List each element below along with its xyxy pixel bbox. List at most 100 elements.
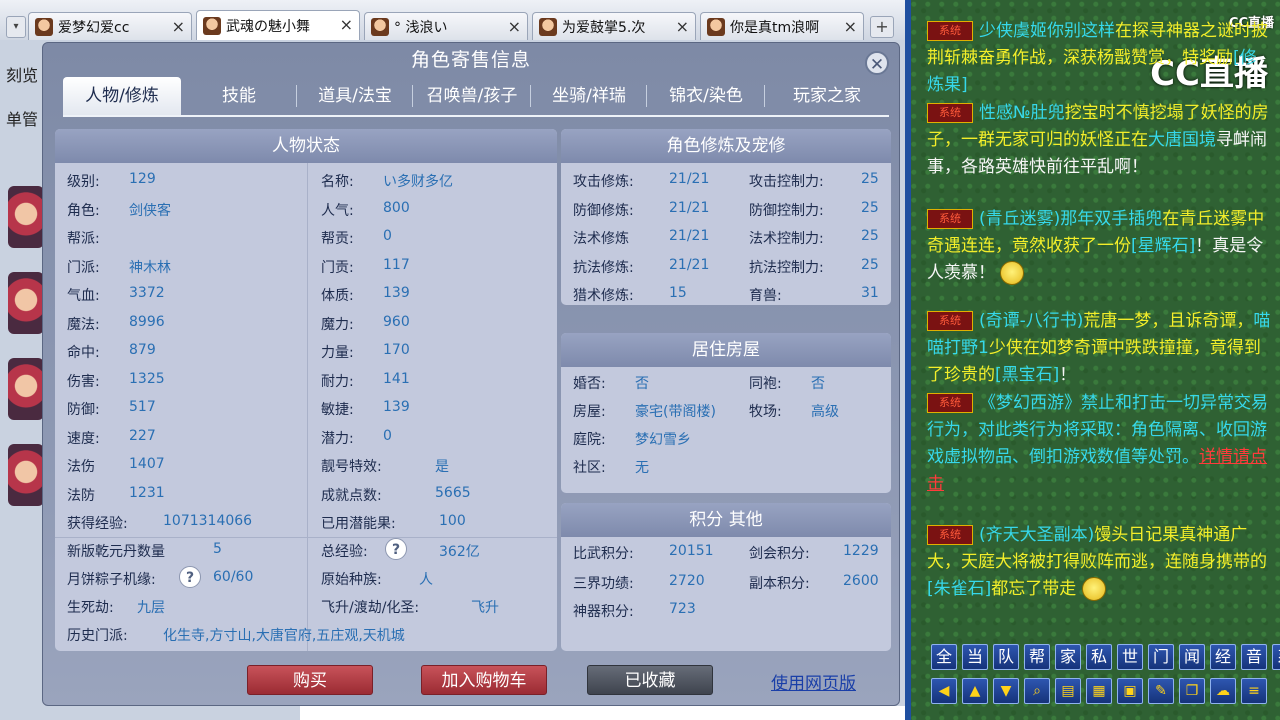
brush-icon[interactable]: ✎ [1148, 678, 1174, 704]
points-value: 2600 [843, 573, 879, 589]
stat-label: 帮贡: [321, 231, 354, 247]
item-link[interactable]: [朱雀石] [927, 579, 991, 599]
points-pk: 比武积分: 20151 [573, 543, 714, 563]
chat-channel-button[interactable]: 门 [1148, 644, 1174, 670]
favorited-button[interactable]: 已收藏 [587, 665, 713, 695]
house-label: 同袍: [749, 376, 782, 392]
stat-label: 魔力: [321, 316, 354, 333]
house-value: 无 [635, 460, 649, 476]
stat-row: 人气: 800 [321, 200, 410, 220]
cultivation-value: 21/21 [669, 171, 710, 187]
tab-label: 坐骑/祥瑞 [552, 86, 626, 106]
stat-label: 成就点数: [321, 487, 382, 504]
stat-fly: 飞升/渡劫/化圣: 飞升 [321, 597, 499, 617]
search-icon[interactable]: ⌕ [1024, 678, 1050, 704]
tab-label: 道具/法宝 [318, 86, 392, 106]
stat-qiankun: 新版乾元丹数量 5 [67, 541, 222, 561]
help-icon[interactable]: ? [179, 566, 201, 588]
system-tag: 系统 [927, 103, 973, 123]
stat-value: 227 [129, 427, 156, 444]
player-name[interactable]: 馒头日记 [1094, 525, 1162, 545]
cultivation-label: 猎术修炼: [573, 288, 634, 304]
grid-icon[interactable]: ▦ [1086, 678, 1112, 704]
browser-tab-4[interactable]: 为爱鼓掌5.次 × [532, 12, 696, 40]
cultivation-value: 25 [861, 228, 879, 244]
avatar [371, 17, 389, 36]
tab-list-dropdown[interactable]: ▾ [6, 16, 26, 38]
tab-outfits[interactable]: 锦衣/染色 [647, 77, 765, 115]
add-to-cart-button[interactable]: 加入购物车 [421, 665, 547, 695]
house-label: 婚否: [573, 376, 606, 392]
tab-pets[interactable]: 召唤兽/孩子 [413, 77, 531, 115]
chat-channel-button[interactable]: 世 [1117, 644, 1143, 670]
chat-channel-button[interactable]: 经 [1210, 644, 1236, 670]
cultivation-label: 防御控制力: [749, 202, 824, 219]
close-icon[interactable]: × [676, 17, 689, 36]
browser-tab-2[interactable]: 武魂の魅小舞 × [196, 10, 360, 41]
web-version-link[interactable]: 使用网页版 [771, 669, 856, 694]
message-text: ！ [1059, 365, 1077, 385]
new-tab-button[interactable]: + [870, 16, 894, 38]
chat-channel-button[interactable]: 全 [931, 644, 957, 670]
points-value: 20151 [669, 543, 714, 559]
browser-tab-bar: ▾ 爱梦幻爱cc × 武魂の魅小舞 × ° 浅浪い × 为爱鼓掌5.次 × 你是… [0, 0, 905, 41]
arrow-up-icon[interactable]: ▲ [962, 678, 988, 704]
arrow-down-icon[interactable]: ▼ [993, 678, 1019, 704]
tab-label: 锦衣/染色 [669, 86, 743, 106]
browser-tab-5[interactable]: 你是真tm浪啊 × [700, 12, 864, 40]
buy-button[interactable]: 购买 [247, 665, 373, 695]
arrow-left-icon[interactable]: ◀ [931, 678, 957, 704]
dialog-title: 角色寄售信息 [410, 49, 531, 71]
tab-home[interactable]: 玩家之家 [765, 77, 889, 115]
item-link[interactable]: [星辉石] [1131, 236, 1195, 256]
message-text: 都忘了带走 [991, 579, 1077, 599]
tab-skills[interactable]: 技能 [181, 77, 297, 115]
stat-value: 飞升 [471, 600, 499, 616]
left-menu-item[interactable]: 单管 [6, 106, 38, 130]
tab-mounts[interactable]: 坐骑/祥瑞 [531, 77, 647, 115]
cultivation-value: 25 [861, 171, 879, 187]
chat-channel-button[interactable]: 音 [1241, 644, 1267, 670]
left-menu-item[interactable]: 刻览 [6, 62, 38, 86]
close-icon[interactable]: × [508, 17, 521, 36]
close-icon[interactable]: × [340, 15, 353, 34]
stat-value: 0 [383, 228, 392, 244]
close-icon[interactable]: × [844, 17, 857, 36]
chat-channel-button[interactable]: 当 [962, 644, 988, 670]
copy-icon[interactable]: ❐ [1179, 678, 1205, 704]
player-name[interactable]: 性感№肚兜 [979, 103, 1065, 123]
player-name[interactable]: 少侠虞姬你别这样 [979, 21, 1115, 41]
item-link[interactable]: [黑宝石] [995, 365, 1059, 385]
chat-channel-button[interactable]: 队 [993, 644, 1019, 670]
stat-label: 门贡: [321, 259, 354, 276]
lock-icon[interactable]: ▣ [1117, 678, 1143, 704]
emoji-icon [1000, 261, 1025, 285]
character-portrait[interactable] [8, 272, 44, 334]
player-name[interactable]: 那年双手插兜 [1060, 209, 1162, 229]
house-ranch: 牧场: 高级 [749, 401, 839, 421]
note-icon[interactable]: ▤ [1055, 678, 1081, 704]
house-value: 高级 [811, 404, 839, 420]
chat-channel-button[interactable]: 私 [1086, 644, 1112, 670]
browser-tab-1[interactable]: 爱梦幻爱cc × [28, 12, 192, 40]
character-portrait[interactable] [8, 358, 44, 420]
location-link[interactable]: 大唐国境 [1148, 130, 1216, 150]
help-icon[interactable]: ? [385, 538, 407, 560]
close-icon[interactable]: ✕ [865, 51, 889, 75]
tab-character[interactable]: 人物/修炼 [63, 77, 181, 115]
stat-label: 已用潜能果: [321, 516, 396, 532]
chat-channel-button[interactable]: 家 [1055, 644, 1081, 670]
character-portrait[interactable] [8, 444, 44, 506]
speech-bubble-icon[interactable]: ☁ [1210, 678, 1236, 704]
chat-channel-button[interactable]: 帮 [1024, 644, 1050, 670]
chat-message: 系统 (青丘迷雾)那年双手插兜在青丘迷雾中奇遇连连，竟然收获了一份[星辉石]！真是… [927, 206, 1272, 287]
browser-tab-3[interactable]: ° 浅浪い × [364, 12, 528, 40]
stat-label: 历史门派: [67, 628, 128, 644]
tab-items[interactable]: 道具/法宝 [297, 77, 413, 115]
chat-channel-button[interactable]: 系 [1272, 644, 1280, 670]
settings-icon[interactable]: ≡ [1241, 678, 1267, 704]
character-portrait[interactable] [8, 186, 44, 248]
close-icon[interactable]: × [172, 17, 185, 36]
chat-channel-button[interactable]: 闻 [1179, 644, 1205, 670]
stat-row: 帮贡: 0 [321, 228, 392, 248]
